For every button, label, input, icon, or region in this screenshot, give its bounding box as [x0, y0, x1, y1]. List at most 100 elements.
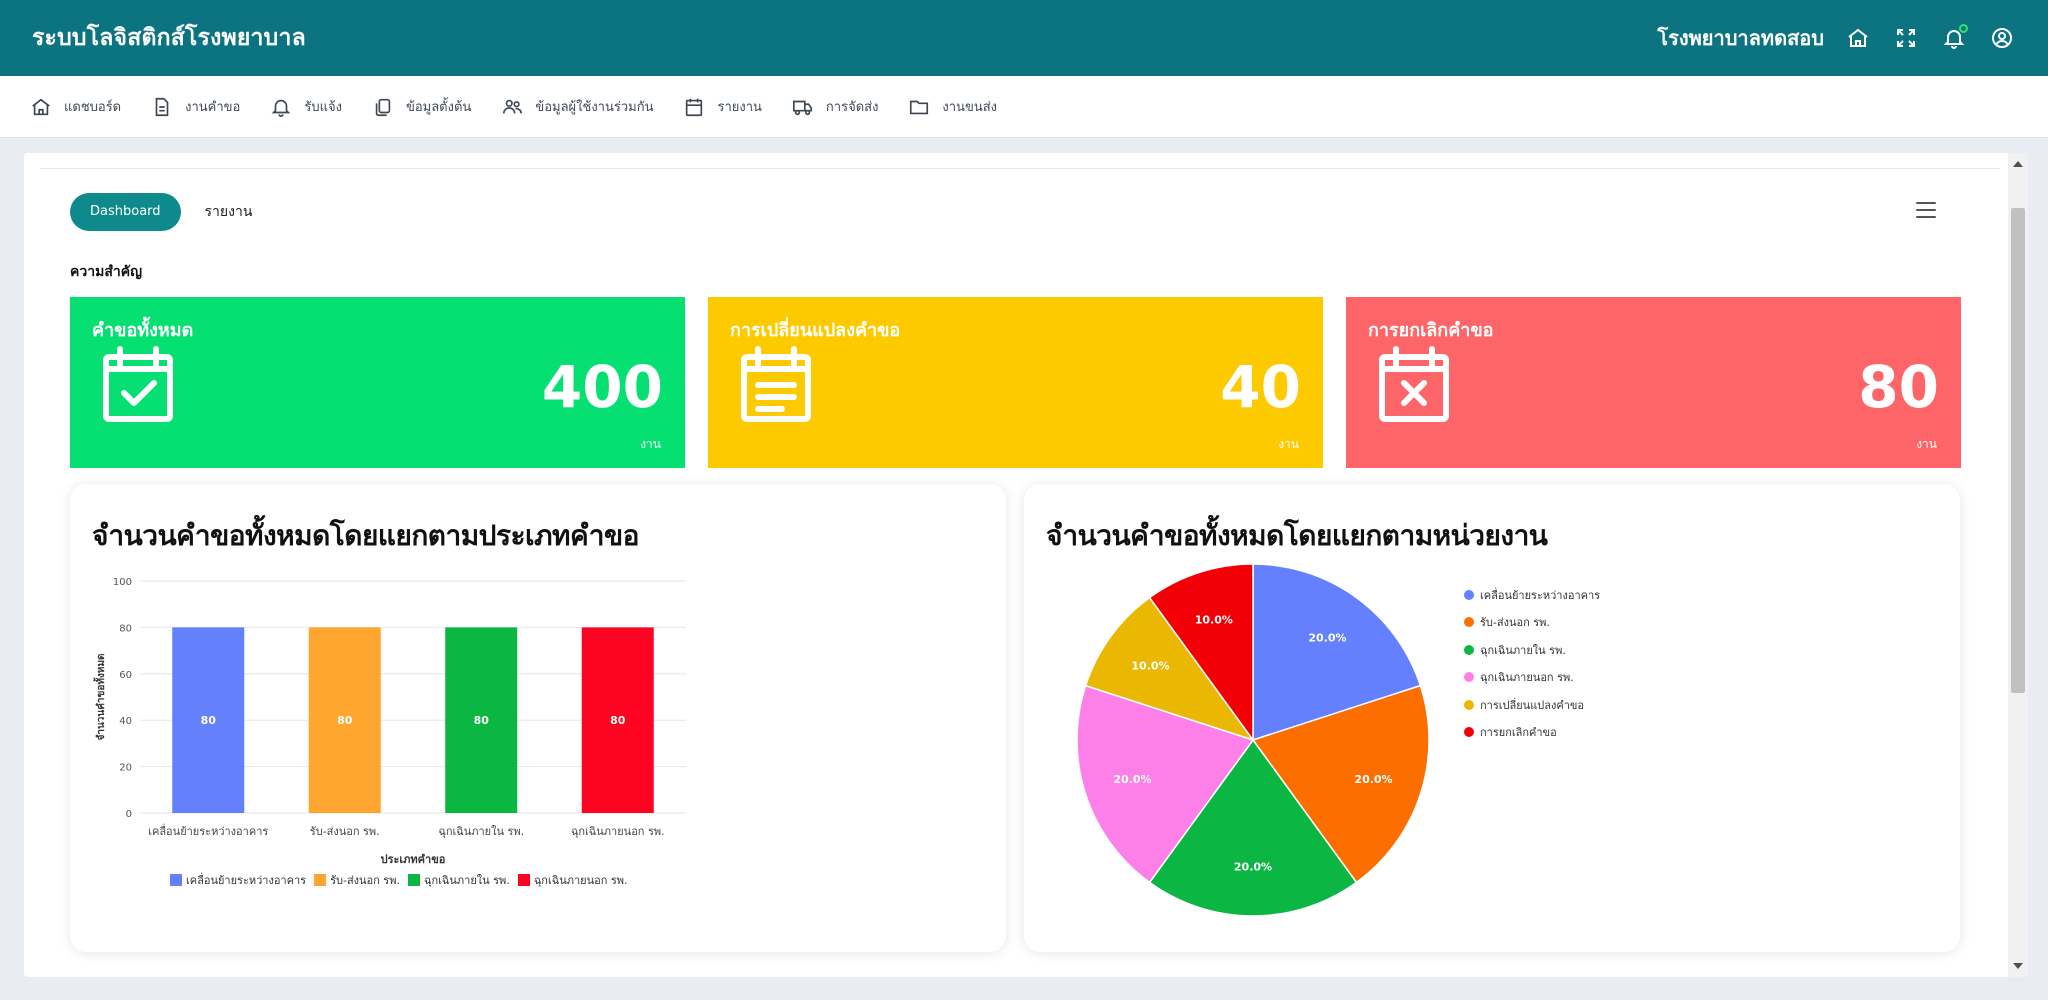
y-tick-label: 100	[113, 577, 132, 588]
nav-label: รับแจ้ง	[304, 100, 342, 115]
legend-item[interactable]: ฉุกเฉินภายนอก รพ.	[1464, 664, 1600, 692]
legend-item[interactable]: การเปลี่ยนแปลงคำขอ	[1464, 691, 1600, 719]
nav-label: ข้อมูลผู้ใช้งานร่วมกัน	[535, 100, 654, 115]
legend-item[interactable]: ฉุกเฉินภายใน รพ.	[407, 871, 510, 889]
top-bar: ระบบโลจิสติกส์โรงพยาบาล โรงพยาบาลทดสอบ	[0, 0, 2048, 76]
calendar-x-icon	[1376, 345, 1456, 425]
legend-label: รับ-ส่งนอก รพ.	[330, 874, 400, 887]
legend-swatch	[170, 874, 182, 886]
user-account-icon[interactable]	[1988, 24, 2016, 52]
legend-dot	[1464, 672, 1474, 683]
legend-dot	[1464, 617, 1474, 628]
legend-label: ฉุกเฉินภายนอก รพ.	[1480, 671, 1574, 685]
notification-dot	[1959, 24, 1968, 33]
notification-bell-icon[interactable]	[1940, 24, 1968, 52]
calendar-icon	[686, 98, 703, 116]
bar-chart-card: จำนวนคำขอทั้งหมดโดยแยกตามประเภทคำขอ 0 20 4…	[70, 484, 1006, 952]
y-tick-label: 80	[119, 623, 132, 634]
y-axis-title: จำนวนคำขอทั้งหมด	[93, 653, 107, 740]
app-title: ระบบโลจิสติกส์โรงพยาบาล	[32, 25, 306, 51]
x-tick-label: ฉุกเฉินภายใน รพ.	[438, 825, 524, 838]
nav-item-notifications[interactable]: รับแจ้ง	[270, 96, 342, 118]
nav-label: ข้อมูลตั้งต้น	[405, 100, 472, 115]
pie-slice-label: 10.0%	[1195, 613, 1233, 626]
calendar-check-icon	[100, 345, 180, 425]
pie-chart-legend: เคลื่อนย้ายระหว่างอาคารรับ-ส่งนอก รพ. ฉุก…	[1464, 581, 1600, 746]
home-icon[interactable]	[1844, 24, 1872, 52]
legend-item[interactable]: รับ-ส่งนอก รพ.	[314, 871, 400, 889]
divider	[40, 168, 2000, 169]
fullscreen-icon[interactable]	[1892, 24, 1920, 52]
card-title: คำขอทั้งหมด	[92, 320, 194, 341]
x-tick-label: เคลื่อนย้ายระหว่างอาคาร	[148, 823, 268, 838]
nav-item-master-data[interactable]: ข้อมูลตั้งต้น	[372, 96, 471, 118]
hospital-name: โรงพยาบาลทดสอบ	[1657, 26, 1824, 50]
scrollbar[interactable]	[2008, 153, 2028, 977]
card-value: 80	[1858, 353, 1939, 421]
nav-item-transport[interactable]: งานขนส่ง	[908, 96, 997, 118]
bell-icon	[272, 99, 291, 117]
bar-chart-legend: เคลื่อนย้ายระหว่างอาคาร รับ-ส่งนอก รพ. ฉุก…	[170, 871, 628, 889]
nav-item-shared-users[interactable]: ข้อมูลผู้ใช้งานร่วมกัน	[501, 96, 653, 118]
legend-item[interactable]: การยกเลิกคำขอ	[1464, 719, 1600, 747]
legend-swatch	[517, 874, 530, 886]
section-label: ความสำคัญ	[70, 264, 143, 280]
bar-value-label: 80	[201, 714, 217, 727]
bar-value-label: 80	[337, 714, 353, 727]
legend-item[interactable]: ฉุกเฉินภายนอก รพ.	[517, 871, 628, 889]
pie-slice-label: 20.0%	[1354, 773, 1392, 786]
scroll-up-arrow[interactable]	[2013, 161, 2023, 167]
y-tick-label: 40	[119, 716, 132, 727]
nav-label: แดชบอร์ด	[64, 100, 122, 115]
legend-label: การยกเลิกคำขอ	[1480, 726, 1557, 740]
legend-label: เคลื่อนย้ายระหว่างอาคาร	[186, 874, 307, 887]
tab-dashboard[interactable]: Dashboard	[70, 193, 181, 231]
folder-icon	[910, 100, 929, 114]
y-tick-label: 60	[119, 670, 132, 681]
legend-item[interactable]: เคลื่อนย้ายระหว่างอาคาร	[1464, 581, 1600, 609]
nav-item-requests[interactable]: งานคำขอ	[151, 96, 240, 118]
truck-icon	[792, 100, 812, 115]
bar-value-label: 80	[474, 714, 490, 727]
legend-item[interactable]: รับ-ส่งนอก รพ.	[1464, 609, 1600, 637]
legend-label: ฉุกเฉินภายใน รพ.	[423, 874, 510, 887]
nav-label: งานขนส่ง	[942, 100, 998, 115]
legend-dot	[1464, 699, 1474, 710]
pie-slice-label: 20.0%	[1113, 773, 1151, 786]
card-value: 40	[1220, 353, 1301, 421]
x-tick-label: รับ-ส่งนอก รพ.	[310, 825, 380, 838]
card-total-requests: คำขอทั้งหมด 400 งาน	[70, 297, 685, 468]
dashboard-tabs: Dashboard รายงาน	[70, 193, 252, 231]
x-tick-label: ฉุกเฉินภายนอก รพ.	[571, 825, 665, 838]
card-unit: งาน	[1916, 437, 1937, 451]
y-tick-label: 0	[126, 809, 132, 820]
y-tick-label: 20	[119, 763, 132, 774]
legend-label: การเปลี่ยนแปลงคำขอ	[1480, 698, 1585, 712]
home-icon	[32, 98, 50, 115]
pie-slice-label: 10.0%	[1131, 660, 1169, 673]
legend-swatch	[407, 874, 420, 886]
nav-item-delivery[interactable]: การจัดส่ง	[792, 96, 879, 118]
scroll-thumb[interactable]	[2011, 208, 2025, 693]
legend-label: รับ-ส่งนอก รพ.	[1480, 616, 1550, 630]
main-nav: แดชบอร์ด งานคำขอ รับแจ้ง ข้อมูลตั้งต้น ข…	[0, 76, 2048, 138]
scroll-down-arrow[interactable]	[2013, 963, 2023, 969]
nav-label: การจัดส่ง	[825, 100, 879, 115]
legend-item[interactable]: ฉุกเฉินภายใน รพ.	[1464, 636, 1600, 664]
nav-item-dashboard[interactable]: แดชบอร์ด	[30, 96, 121, 118]
legend-label: ฉุกเฉินภายใน รพ.	[1480, 643, 1566, 657]
legend-dot	[1464, 727, 1474, 738]
users-icon	[503, 99, 523, 114]
card-title: การเปลี่ยนแปลงคำขอ	[730, 320, 901, 341]
copy-icon	[375, 98, 391, 116]
tab-report[interactable]: รายงาน	[205, 201, 253, 223]
nav-item-reports[interactable]: รายงาน	[683, 96, 762, 118]
bar-value-label: 80	[610, 714, 626, 727]
legend-item[interactable]: เคลื่อนย้ายระหว่างอาคาร	[170, 871, 306, 889]
legend-label: เคลื่อนย้ายระหว่างอาคาร	[1480, 588, 1601, 602]
x-axis-title: ประเภทคำขอ	[381, 853, 446, 866]
calendar-notes-icon	[738, 345, 818, 425]
hamburger-menu-icon[interactable]	[1916, 202, 1936, 218]
document-icon	[155, 97, 169, 116]
pie-slice-label: 20.0%	[1308, 631, 1346, 644]
